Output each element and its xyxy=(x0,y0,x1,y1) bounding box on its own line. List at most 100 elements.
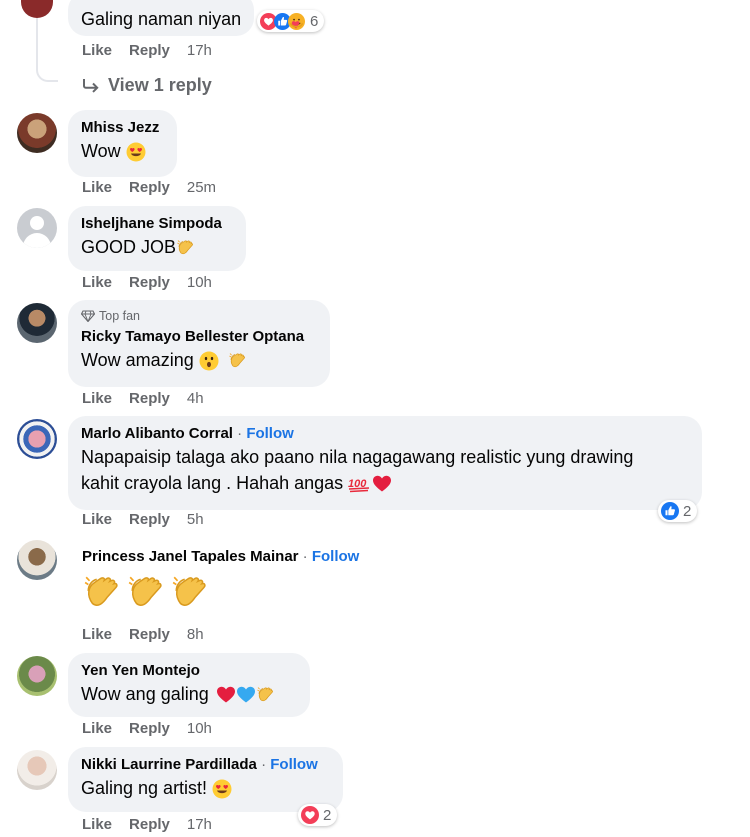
reaction-summary[interactable]: 6 xyxy=(257,10,325,32)
comment-timestamp[interactable]: 4h xyxy=(187,390,204,407)
clap-emoji xyxy=(228,351,248,371)
comment-bubble: Top fan Ricky Tamayo Bellester Optana Wo… xyxy=(68,300,330,387)
surprised-emoji xyxy=(199,351,219,371)
top-fan-badge: Top fan xyxy=(81,308,317,324)
comment-text: Galing naman niyan xyxy=(81,9,242,29)
blue-heart-emoji xyxy=(236,685,256,705)
comment-timestamp[interactable]: 5h xyxy=(187,511,204,528)
avatar[interactable] xyxy=(17,540,57,580)
like-button[interactable]: Like xyxy=(82,390,112,407)
love-icon xyxy=(301,806,319,824)
comment-timestamp[interactable]: 17h xyxy=(187,816,212,833)
commenter-name[interactable]: Marlo Alibanto Corral xyxy=(81,425,233,442)
clap-emoji xyxy=(176,238,196,258)
badge-label: Top fan xyxy=(99,309,141,323)
like-button[interactable]: Like xyxy=(82,274,112,291)
reply-arrow-icon xyxy=(83,78,99,93)
comment-text: Wow amazing xyxy=(81,350,194,370)
view-replies-label: View 1 reply xyxy=(108,75,212,95)
emoji-only-comment xyxy=(82,572,212,614)
like-button[interactable]: Like xyxy=(82,720,112,737)
diamond-icon xyxy=(81,310,95,322)
comment-timestamp[interactable]: 25m xyxy=(187,179,216,196)
commenter-name[interactable]: Yen Yen Montejo xyxy=(81,661,297,681)
avatar[interactable] xyxy=(17,419,57,459)
clap-emoji xyxy=(256,685,276,705)
reply-button[interactable]: Reply xyxy=(129,626,170,643)
clap-emoji xyxy=(170,572,212,614)
separator-dot: · xyxy=(261,756,267,773)
comment-timestamp[interactable]: 8h xyxy=(187,626,204,643)
reply-button[interactable]: Reply xyxy=(129,179,170,196)
like-button[interactable]: Like xyxy=(82,179,112,196)
avatar[interactable] xyxy=(17,208,57,248)
commenter-name[interactable]: Mhiss Jezz xyxy=(81,118,164,138)
clap-emoji xyxy=(82,572,124,614)
reaction-count: 2 xyxy=(323,806,332,824)
comment-text-line: kahit crayola lang . Hahah angas xyxy=(81,473,344,493)
like-button[interactable]: Like xyxy=(82,42,112,59)
reply-button[interactable]: Reply xyxy=(129,816,170,833)
reply-button[interactable]: Reply xyxy=(129,390,170,407)
reply-button[interactable]: Reply xyxy=(129,511,170,528)
comment-bubble: Marlo Alibanto Corral · Follow Napapaisi… xyxy=(68,416,702,510)
reaction-count: 2 xyxy=(683,502,692,520)
comment-actions: Like Reply 10h xyxy=(82,720,212,737)
heart-eyes-emoji xyxy=(126,142,146,162)
comment-bubble: Galing naman niyan xyxy=(68,0,255,36)
avatar[interactable] xyxy=(17,303,57,343)
avatar[interactable] xyxy=(17,750,57,790)
commenter-name[interactable]: Nikki Laurrine Pardillada xyxy=(81,756,257,773)
comment-bubble: Isheljhane Simpoda GOOD JOB xyxy=(68,206,246,271)
comment-text: GOOD JOB xyxy=(81,237,177,257)
like-button[interactable]: Like xyxy=(82,511,112,528)
comment-text: Wow xyxy=(81,141,121,161)
reaction-summary[interactable]: 2 xyxy=(298,804,338,826)
comment-bubble: Yen Yen Montejo Wow ang galing xyxy=(68,653,310,717)
reply-button[interactable]: Reply xyxy=(129,274,170,291)
separator-dot: · xyxy=(302,548,308,565)
comment-actions: Like Reply 8h xyxy=(82,626,204,643)
commenter-name-row: Nikki Laurrine Pardillada · Follow xyxy=(81,755,330,775)
comment-actions: Like Reply 10h xyxy=(82,274,212,291)
like-icon xyxy=(661,502,679,520)
commenter-name[interactable]: Isheljhane Simpoda xyxy=(81,214,233,234)
comment-actions: Like Reply 5h xyxy=(82,511,204,528)
comment-timestamp[interactable]: 10h xyxy=(187,274,212,291)
hundred-emoji xyxy=(348,474,372,494)
thread-line-curve xyxy=(36,60,58,82)
comment-actions: Like Reply 17h xyxy=(82,42,212,59)
commenter-name-row: Marlo Alibanto Corral · Follow xyxy=(81,424,689,444)
reply-button[interactable]: Reply xyxy=(129,42,170,59)
red-heart-emoji xyxy=(372,474,392,494)
avatar[interactable] xyxy=(17,656,57,696)
like-button[interactable]: Like xyxy=(82,816,112,833)
comment-actions: Like Reply 4h xyxy=(82,390,204,407)
heart-eyes-emoji xyxy=(212,779,232,799)
commenter-name[interactable]: Princess Janel Tapales Mainar xyxy=(82,548,299,565)
comment-text: Wow ang galing xyxy=(81,684,209,704)
like-button[interactable]: Like xyxy=(82,626,112,643)
red-heart-emoji xyxy=(216,685,236,705)
commenter-name[interactable]: Ricky Tamayo Bellester Optana xyxy=(81,327,317,347)
care-icon xyxy=(288,13,305,30)
comment-timestamp[interactable]: 10h xyxy=(187,720,212,737)
follow-button[interactable]: Follow xyxy=(270,756,318,773)
default-avatar-body xyxy=(23,233,51,248)
comment-actions: Like Reply 17h xyxy=(82,816,212,833)
default-avatar-head xyxy=(30,216,44,230)
comment-bubble: Mhiss Jezz Wow xyxy=(68,110,177,177)
comment-text: Galing ng artist! xyxy=(81,778,208,798)
view-replies-link[interactable]: View 1 reply xyxy=(82,75,212,96)
comment-text-line: Napapaisip talaga ako paano nila nagagaw… xyxy=(81,447,634,467)
reply-button[interactable]: Reply xyxy=(129,720,170,737)
avatar[interactable] xyxy=(21,0,53,18)
reaction-count: 6 xyxy=(310,12,319,30)
follow-button[interactable]: Follow xyxy=(312,548,360,565)
clap-emoji xyxy=(126,572,168,614)
follow-button[interactable]: Follow xyxy=(246,425,294,442)
reaction-summary[interactable]: 2 xyxy=(658,500,698,522)
avatar[interactable] xyxy=(17,113,57,153)
comment-timestamp[interactable]: 17h xyxy=(187,42,212,59)
comment-bubble: Nikki Laurrine Pardillada · Follow Galin… xyxy=(68,747,343,812)
